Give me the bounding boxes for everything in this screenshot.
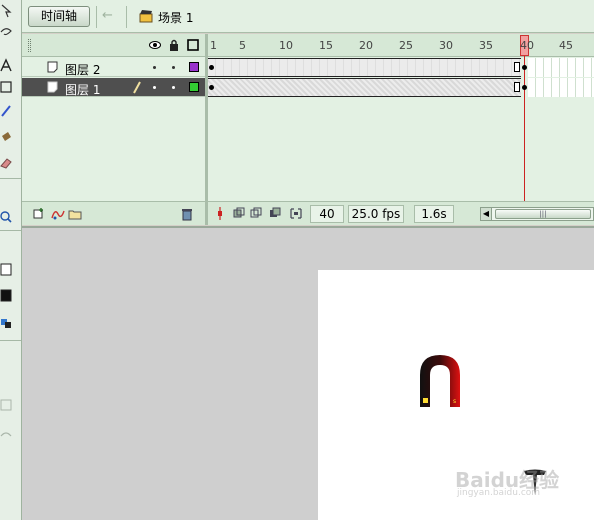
scrollbar-thumb[interactable]: |||: [495, 209, 591, 219]
visibility-dot-icon[interactable]: [153, 66, 156, 69]
lasso-tool-icon[interactable]: [0, 26, 12, 40]
timeline-status-bar: 40 25.0 fps 1.6s ◀ |||: [208, 201, 594, 225]
frame-row-layer-1[interactable]: [208, 78, 594, 97]
text-tool-icon[interactable]: [0, 58, 12, 72]
scene-clapper-icon: [139, 10, 153, 23]
ruler-label: 10: [279, 39, 293, 52]
panel-grip-handle[interactable]: [28, 39, 31, 52]
center-frame-icon[interactable]: [214, 207, 226, 220]
frames-panel: 1 5 10 15 20 25 30 35 40 45 40 25.0 fps …: [208, 34, 594, 225]
keyframe-dot[interactable]: [522, 65, 527, 70]
layers-footer: [22, 201, 205, 225]
layer-row-selected[interactable]: 图层 1: [22, 78, 205, 97]
visibility-dot-icon[interactable]: [153, 86, 156, 89]
ruler-label: 25: [399, 39, 413, 52]
layer-color-swatch[interactable]: [189, 82, 199, 92]
span-end-box: [514, 82, 520, 92]
swap-colors-icon[interactable]: [0, 316, 12, 330]
layers-panel: 图层 2 图层 1: [22, 34, 205, 225]
ruler-label: 45: [559, 39, 573, 52]
ruler-label: 35: [479, 39, 493, 52]
toolbar-divider: [126, 6, 127, 28]
span-end-box: [514, 62, 520, 72]
lock-dot-icon[interactable]: [172, 86, 175, 89]
modify-onion-markers-icon[interactable]: [290, 207, 302, 220]
layers-header: [22, 34, 205, 57]
watermark-url: jingyan.baidu.com: [457, 488, 541, 498]
insert-folder-icon[interactable]: [68, 207, 82, 221]
snap-option-icon[interactable]: [0, 398, 12, 412]
horseshoe-magnet-graphic[interactable]: s: [418, 353, 462, 408]
ink-bottle-tool-icon[interactable]: [0, 130, 12, 144]
empty-frames[interactable]: [528, 78, 594, 97]
empty-frames[interactable]: [528, 58, 594, 77]
tools-divider: [0, 230, 21, 231]
keyframe-dot[interactable]: [522, 85, 527, 90]
smooth-option-icon[interactable]: [0, 428, 12, 442]
ruler-label: 15: [319, 39, 333, 52]
zoom-tool-icon[interactable]: [0, 210, 12, 224]
subselection-tool-icon[interactable]: [0, 4, 12, 18]
scroll-left-icon[interactable]: ◀: [481, 208, 492, 220]
pencil-tool-icon[interactable]: [0, 104, 12, 118]
magnet-pole-label: s: [453, 398, 456, 405]
frame-ruler[interactable]: 1 5 10 15 20 25 30 35 40 45: [208, 34, 594, 57]
timeline-button[interactable]: 时间轴: [28, 6, 90, 27]
frame-rate-field[interactable]: 25.0 fps: [348, 205, 404, 223]
timeline-header: 时间轴 ← 场景 1: [22, 0, 594, 33]
frame-span[interactable]: [208, 58, 521, 77]
toolbar-divider: [96, 6, 97, 28]
layer-icon: [47, 81, 58, 93]
frame-row-layer-2[interactable]: [208, 58, 594, 77]
tools-divider: [0, 178, 21, 179]
playhead-line: [524, 56, 525, 203]
add-motion-guide-icon[interactable]: [51, 207, 65, 221]
keyframe-dot[interactable]: [209, 65, 214, 70]
lock-icon[interactable]: [168, 39, 180, 51]
fill-color-icon[interactable]: [0, 288, 12, 302]
tools-panel: [0, 0, 22, 520]
ruler-label: 1: [210, 39, 217, 52]
frame-span[interactable]: [208, 78, 521, 97]
layer-name[interactable]: 图层 1: [65, 81, 100, 98]
outline-icon[interactable]: [187, 39, 199, 51]
scene-label[interactable]: 场景 1: [158, 9, 193, 26]
ruler-label: 5: [239, 39, 246, 52]
back-arrow-icon[interactable]: ←: [102, 9, 118, 23]
ruler-label: 30: [439, 39, 453, 52]
lock-dot-icon[interactable]: [172, 66, 175, 69]
layer-icon: [47, 61, 58, 73]
eraser-tool-icon[interactable]: [0, 156, 12, 170]
stroke-color-icon[interactable]: [0, 262, 12, 276]
delete-layer-icon[interactable]: [180, 207, 194, 221]
onion-skin-icon[interactable]: [233, 207, 245, 220]
baidu-watermark: Baidu经验 jingyan.baidu.com: [455, 464, 565, 504]
ruler-label: 20: [359, 39, 373, 52]
onion-skin-outlines-icon[interactable]: [250, 207, 262, 220]
layer-color-swatch[interactable]: [189, 62, 199, 72]
timeline-horizontal-scrollbar[interactable]: ◀ |||: [480, 207, 594, 221]
tools-divider: [0, 340, 21, 341]
current-frame-field[interactable]: 40: [310, 205, 344, 223]
ruler-label: 40: [520, 39, 534, 52]
elapsed-time-field: 1.6s: [414, 205, 454, 223]
keyframe-dot[interactable]: [209, 85, 214, 90]
layer-name[interactable]: 图层 2: [65, 61, 100, 78]
eye-icon[interactable]: [149, 39, 161, 51]
layer-row[interactable]: 图层 2: [22, 58, 205, 77]
pencil-icon: [133, 81, 141, 94]
insert-layer-icon[interactable]: [32, 207, 46, 221]
edit-multiple-frames-icon[interactable]: [269, 207, 281, 220]
rectangle-tool-icon[interactable]: [0, 80, 12, 94]
